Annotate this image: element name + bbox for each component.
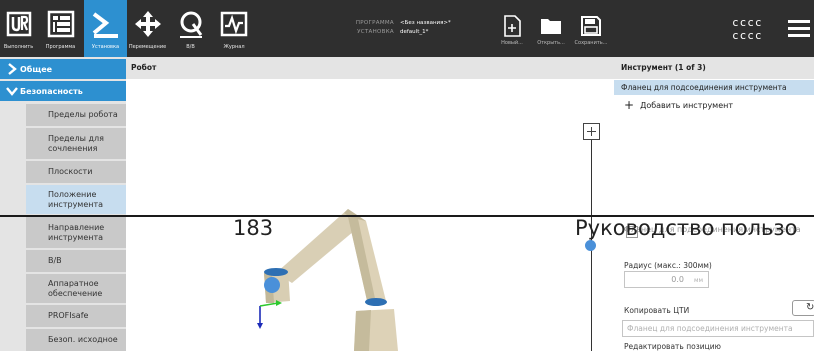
add-tool-label: Добавить инструмент [640,100,734,110]
sidebar-item-label: Аппаратное обеспечение [48,278,103,298]
io-icon [176,9,206,39]
sidebar-item-safe-home[interactable]: Безоп. исходное [26,329,126,351]
installation-key: УСТАНОВКА [357,28,394,35]
copy-tcp-label: Копировать ЦТИ [624,306,690,315]
tool-list-item-label: Фланец для подсоединения инструмента [621,83,787,92]
open-button[interactable]: Открыть... [534,0,568,57]
zoom-in-button[interactable] [583,123,600,140]
sidebar-item-label: Пределы робота [48,110,118,119]
right-panel-header: Инструмент (1 of 3) [614,57,814,79]
sidebar-item-label: Положение инструмента [48,189,104,209]
tcp-point-marker [585,240,596,251]
tab-program[interactable]: Программа [37,0,84,57]
sidebar-item-io[interactable]: В/В [26,250,126,272]
tab-move[interactable]: Перемещение [127,0,168,57]
copy-tcp-button[interactable]: ↻ [792,300,814,316]
tab-move-label: Перемещение [128,44,167,50]
page-number: 183 [233,216,274,240]
tab-log-label: Журнал [223,44,245,50]
sidebar-general-label: Общее [20,64,53,74]
top-toolbar: Выполнить Программа Установка Перемещени… [0,0,814,57]
tab-log[interactable]: Журнал [213,0,255,57]
sidebar-item-label: В/В [48,256,62,265]
copy-tcp-dropdown-value: Фланец для подсоединения инструмента [627,324,793,333]
sidebar-safety-label: Безопасность [20,86,83,96]
save-icon [580,15,602,37]
sidebar-item-planes[interactable]: Плоскости [26,161,126,183]
sidebar-item-tool-direction[interactable]: Направление инструмента [26,217,126,248]
radius-unit: мм [694,277,704,284]
move-icon [133,9,163,39]
sidebar-item-label: Пределы для сочленения [48,133,104,153]
sidebar-item-joint-limits[interactable]: Пределы для сочленения [26,128,126,159]
new-button[interactable]: Новый... [497,0,527,57]
edit-position-label: Редактировать позицию [624,342,721,351]
status-text-2: cccc [732,29,763,42]
sidebar-item-robot-limits[interactable]: Пределы робота [26,104,126,126]
tab-program-label: Программа [45,44,76,50]
tool-list-item[interactable]: Фланец для подсоединения инструмента [614,80,814,95]
right-panel-title: Инструмент (1 of 3) [621,63,706,72]
sidebar-item-tool-position[interactable]: Положение инструмента [26,185,126,214]
chevron-right-icon [8,63,17,75]
program-info: ПРОГРАММА <Без названия>* УСТАНОВКА defa… [338,18,498,36]
tab-io-label: В/В [186,44,195,50]
tab-run[interactable]: Выполнить [0,0,37,57]
tab-installation-label: Установка [91,44,120,50]
save-button[interactable]: Сохранить... [570,0,612,57]
sidebar-item-label: Безоп. исходное [48,335,118,344]
hamburger-menu-icon[interactable] [788,20,812,38]
add-tool-button[interactable]: + Добавить инструмент [614,97,814,113]
folder-icon [540,15,562,37]
radius-label: Радиус (макс.: 300мм) [624,261,712,270]
radius-value: 0.0 [671,275,684,284]
new-button-label: Новый... [501,40,523,46]
canvas-header: Робот [126,57,614,79]
sidebar-item-profisafe[interactable]: PROFIsafe [26,305,126,327]
tab-io[interactable]: В/В [168,0,213,57]
sidebar-general[interactable]: Общее [0,59,126,79]
copy-tcp-dropdown[interactable]: Фланец для подсоединения инструмента [622,320,814,337]
ur-logo-icon [4,9,34,39]
tab-run-label: Выполнить [3,44,34,50]
refresh-icon: ↻ [806,302,814,313]
installation-icon [91,9,121,39]
sidebar-item-label: Плоскости [48,167,93,176]
program-name: <Без названия>* [400,19,451,26]
sidebar-item-label: Направление инструмента [48,222,105,242]
program-key: ПРОГРАММА [355,19,394,26]
log-icon [219,9,249,39]
document-title: Руководство пользо [575,216,798,240]
plus-icon: + [624,98,635,112]
sidebar: Общее Безопасность Пределы робота Предел… [0,57,126,351]
status-text-1: cccc [732,16,763,29]
program-icon [46,9,76,39]
new-file-icon [501,15,523,37]
sidebar-item-label: PROFIsafe [48,311,89,320]
sidebar-item-hardware[interactable]: Аппаратное обеспечение [26,274,126,303]
chevron-down-icon [6,87,18,96]
sidebar-safety[interactable]: Безопасность [0,81,126,101]
open-button-label: Открыть... [537,40,565,46]
canvas-title: Робот [131,63,157,72]
installation-name: default_1* [400,28,429,35]
save-button-label: Сохранить... [574,40,608,46]
tab-installation[interactable]: Установка [84,0,127,57]
